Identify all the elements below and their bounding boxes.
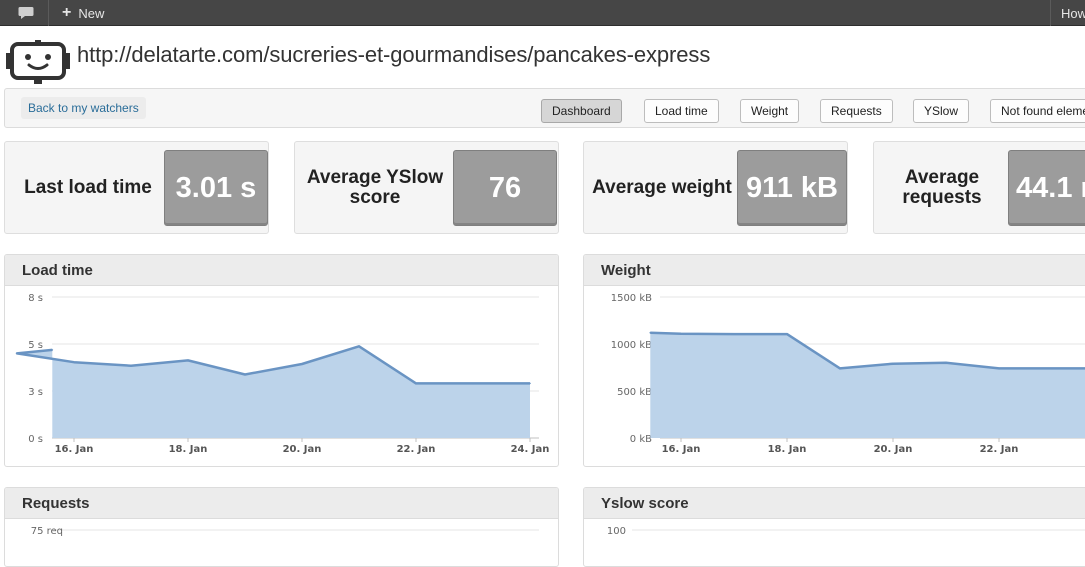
y-tick-label: 75 req: [31, 526, 63, 537]
tab-yslow[interactable]: YSlow: [913, 99, 970, 123]
load-time-chart: 0 s 3 s 5 s 8 s 16. Jan 18. Jan 20. Jan 22. Jan…: [15, 293, 550, 455]
stat-value: 44.1 req: [1008, 150, 1085, 226]
tab-requests[interactable]: Requests: [820, 99, 893, 123]
x-tick-label: 22. Jan: [980, 444, 1019, 455]
x-tick-label: 18. Jan: [768, 444, 807, 455]
x-tick-label: 24. Jan: [511, 444, 550, 455]
plus-icon: +: [62, 4, 72, 21]
x-tick-label: 16. Jan: [662, 444, 701, 455]
account-menu[interactable]: How: [1061, 0, 1085, 26]
data-point[interactable]: [1051, 367, 1053, 370]
data-point[interactable]: [16, 352, 18, 355]
x-tick-label: 16. Jan: [55, 444, 94, 455]
data-point[interactable]: [529, 382, 531, 385]
y-tick-label: 500 kB: [617, 387, 652, 398]
data-point[interactable]: [73, 361, 75, 364]
y-tick-label: 1000 kB: [611, 340, 652, 351]
new-button[interactable]: + New: [62, 0, 104, 26]
panel-title: Requests: [5, 488, 558, 519]
new-label: New: [78, 5, 105, 21]
data-point[interactable]: [130, 364, 132, 367]
data-point[interactable]: [415, 382, 417, 385]
weight-chart: 0 kB 500 kB 1000 kB 1500 kB 16. Jan 18. Jan 20…: [611, 293, 1085, 455]
data-point[interactable]: [680, 332, 682, 335]
data-point[interactable]: [51, 349, 54, 351]
comments-icon[interactable]: [18, 0, 34, 26]
stat-card-average-requests: Average requests 44.1 req: [873, 141, 1085, 234]
data-point[interactable]: [187, 359, 189, 362]
series-area: [650, 332, 1085, 438]
data-point[interactable]: [892, 362, 894, 365]
requests-panel: Requests 75 req: [4, 487, 559, 567]
stat-value: 76: [453, 150, 557, 226]
data-point[interactable]: [649, 331, 652, 334]
data-point[interactable]: [733, 333, 735, 335]
back-to-watchers-link[interactable]: Back to my watchers: [21, 97, 146, 119]
y-tick-label: 100: [607, 526, 626, 537]
tab-dashboard[interactable]: Dashboard: [541, 99, 622, 123]
tab-load-time[interactable]: Load time: [644, 99, 719, 123]
y-tick-label: 3 s: [28, 387, 43, 398]
load-time-panel: Load time 0 s 3 s 5 s 8 s 16. Jan 18. Jan 20. …: [4, 254, 559, 467]
watched-url: http://delatarte.com/sucreries-et-gourma…: [77, 42, 711, 67]
y-tick-label: 8 s: [28, 293, 43, 304]
requests-chart: 75 req: [31, 526, 539, 537]
stat-card-average-yslow: Average YSlow score 76: [294, 141, 559, 234]
data-point[interactable]: [301, 363, 303, 365]
yslow-panel: Yslow score 100: [583, 487, 1085, 567]
data-point[interactable]: [998, 367, 1000, 370]
yslow-chart: 100: [607, 526, 1085, 537]
data-point[interactable]: [786, 333, 788, 335]
x-tick-label: 20. Jan: [283, 444, 322, 455]
data-point[interactable]: [945, 362, 947, 364]
y-tick-label: 1500 kB: [611, 293, 652, 304]
robot-logo: [4, 40, 72, 86]
stat-label: Last load time: [24, 177, 152, 198]
data-point[interactable]: [358, 345, 360, 348]
tab-not-found-elements[interactable]: Not found elements: [990, 99, 1085, 123]
x-tick-label: 22. Jan: [397, 444, 436, 455]
stat-card-average-weight: Average weight 911 kB: [583, 141, 848, 234]
series-area: [17, 346, 530, 438]
tab-weight[interactable]: Weight: [740, 99, 800, 123]
stat-label: Average requests: [902, 167, 982, 208]
panel-title: Load time: [5, 255, 558, 286]
stat-value: 3.01 s: [164, 150, 268, 226]
x-tick-label: 20. Jan: [874, 444, 913, 455]
stat-value: 911 kB: [737, 150, 847, 226]
y-tick-label: 0 s: [28, 434, 43, 445]
data-point[interactable]: [839, 367, 841, 370]
stat-card-last-load-time: Last load time 3.01 s: [4, 141, 269, 234]
y-tick-label: 5 s: [28, 340, 43, 351]
x-tick-label: 18. Jan: [169, 444, 208, 455]
admin-bar: + New How: [0, 0, 1085, 26]
stat-label: Average YSlow score: [306, 167, 444, 208]
account-menu-label: How: [1061, 5, 1085, 21]
data-point[interactable]: [244, 373, 246, 376]
y-tick-label: 0 kB: [630, 434, 652, 445]
panel-title: Yslow score: [584, 488, 1085, 519]
weight-panel: Weight 0 kB 500 kB 1000 kB 1500 kB 16. Jan 18…: [583, 254, 1085, 467]
panel-title: Weight: [584, 255, 1085, 286]
data-point[interactable]: [472, 382, 474, 385]
stat-label: Average weight: [592, 177, 732, 198]
